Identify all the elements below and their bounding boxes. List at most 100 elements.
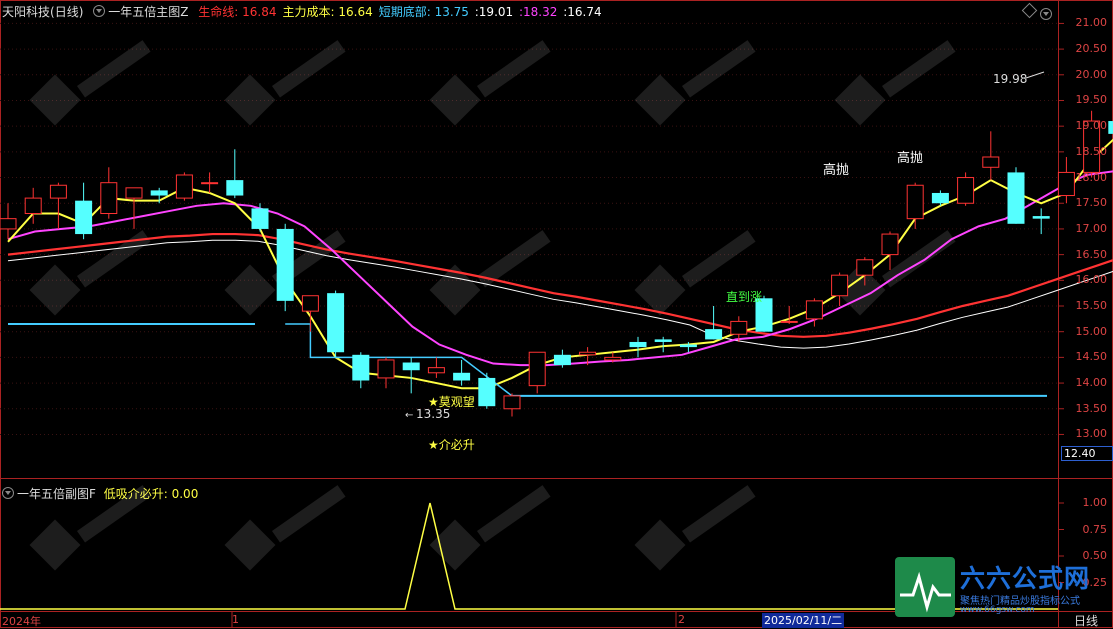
candle-body bbox=[856, 259, 874, 276]
price-tick-label: 20.00 bbox=[1075, 67, 1108, 81]
candle-body bbox=[982, 156, 1000, 168]
candle bbox=[427, 357, 445, 378]
watermark bbox=[224, 40, 346, 126]
watermark-diamond bbox=[429, 74, 481, 126]
period-button[interactable]: 日线 bbox=[1074, 612, 1098, 629]
candle-body bbox=[427, 367, 445, 374]
candle bbox=[906, 182, 924, 229]
candle-body bbox=[75, 200, 93, 235]
candle bbox=[75, 182, 93, 240]
candle-body bbox=[931, 192, 949, 204]
watermark-title: 六六公式网 bbox=[960, 564, 1091, 593]
date-month-2: 2 bbox=[678, 613, 685, 626]
bottom-step bbox=[285, 323, 513, 397]
candle-body bbox=[402, 362, 420, 371]
candle-body bbox=[377, 359, 395, 379]
candle-body bbox=[49, 184, 67, 199]
candle bbox=[982, 131, 1000, 181]
price-tick-label: 21.00 bbox=[1075, 16, 1108, 30]
watermark-band bbox=[682, 40, 756, 98]
sell-signal-1: 高抛 bbox=[823, 162, 849, 178]
watermark-band bbox=[682, 485, 756, 543]
watermark-diamond bbox=[29, 519, 81, 571]
candle-body bbox=[100, 182, 118, 215]
watermark-band bbox=[476, 485, 551, 543]
watermark-band bbox=[882, 40, 956, 98]
watermark bbox=[634, 40, 756, 126]
sell-signal-2: 高抛 bbox=[897, 150, 923, 166]
candle-body bbox=[226, 180, 244, 196]
price-tick-label: 13.00 bbox=[1075, 427, 1108, 441]
high-price-label: 19.98 bbox=[993, 72, 1027, 86]
buy-signal: ★介必升 bbox=[428, 438, 475, 452]
candle-body bbox=[301, 295, 319, 312]
chart-canvas[interactable]: 19.9813.35←高抛高抛直到涨★莫观望★介必升 bbox=[0, 0, 1113, 628]
price-tick-label: 17.50 bbox=[1075, 196, 1108, 210]
candle bbox=[553, 349, 571, 368]
price-tick-label: 16.00 bbox=[1075, 273, 1108, 287]
candle-body bbox=[24, 197, 42, 215]
candle bbox=[478, 372, 496, 409]
watermark bbox=[224, 485, 346, 571]
price-tick-label: 15.50 bbox=[1075, 299, 1108, 312]
cursor-date: 2025/02/11/二 bbox=[762, 613, 845, 628]
current-price-box: 12.40 bbox=[1061, 446, 1113, 461]
candle-body bbox=[453, 372, 471, 381]
candle bbox=[881, 231, 899, 271]
candle-body bbox=[1108, 121, 1113, 134]
watermark bbox=[29, 485, 151, 571]
price-tick-label: 18.00 bbox=[1075, 170, 1108, 184]
candle bbox=[377, 357, 395, 389]
candle-body bbox=[654, 339, 672, 342]
candle bbox=[629, 336, 647, 358]
watermark-band bbox=[77, 485, 151, 543]
price-tick-label: 15.00 bbox=[1075, 324, 1108, 338]
candle bbox=[831, 272, 849, 306]
candle-body bbox=[780, 320, 798, 323]
current-price: 12.40 bbox=[1064, 447, 1096, 460]
candle-body bbox=[528, 351, 546, 387]
watermark-diamond bbox=[224, 519, 276, 571]
watermark-diamond bbox=[634, 519, 686, 571]
watermark-band bbox=[271, 485, 346, 543]
candle-body bbox=[251, 208, 269, 229]
candle bbox=[528, 351, 546, 394]
candle-body bbox=[150, 190, 168, 196]
candle bbox=[327, 290, 345, 358]
cost-line bbox=[7, 138, 1113, 390]
candle bbox=[352, 352, 370, 389]
candle-body bbox=[705, 329, 723, 340]
watermark bbox=[429, 40, 551, 126]
price-tick-label: 19.50 bbox=[1075, 93, 1108, 107]
candle-body bbox=[125, 187, 143, 199]
watermark bbox=[29, 40, 151, 126]
candle bbox=[175, 172, 193, 201]
candle-body bbox=[201, 182, 219, 185]
candle-body bbox=[503, 395, 521, 410]
watermark bbox=[429, 485, 551, 571]
candle bbox=[1007, 167, 1025, 224]
watermark bbox=[29, 230, 151, 316]
watermark bbox=[429, 230, 551, 316]
date-start: 2024年 bbox=[2, 615, 41, 628]
candle-body bbox=[478, 377, 496, 407]
price-tick-label: 14.50 bbox=[1075, 350, 1108, 364]
candle bbox=[49, 182, 67, 229]
up-signal: 直到涨 bbox=[726, 289, 762, 304]
price-tick-label: 19.00 bbox=[1075, 119, 1108, 133]
date-month-1: 1 bbox=[232, 613, 239, 626]
candle bbox=[276, 223, 294, 312]
candle bbox=[780, 306, 798, 324]
candle-body bbox=[579, 351, 597, 356]
candle-body bbox=[629, 341, 647, 348]
candle-body bbox=[352, 354, 370, 381]
candle bbox=[957, 172, 975, 206]
candle bbox=[654, 336, 672, 353]
candle-body bbox=[957, 177, 975, 204]
candle bbox=[0, 203, 17, 240]
candle-body bbox=[604, 356, 622, 361]
candle bbox=[100, 167, 118, 219]
candle bbox=[125, 187, 143, 229]
price-tick-label: 20.50 bbox=[1075, 42, 1108, 56]
candle-body bbox=[553, 354, 571, 366]
